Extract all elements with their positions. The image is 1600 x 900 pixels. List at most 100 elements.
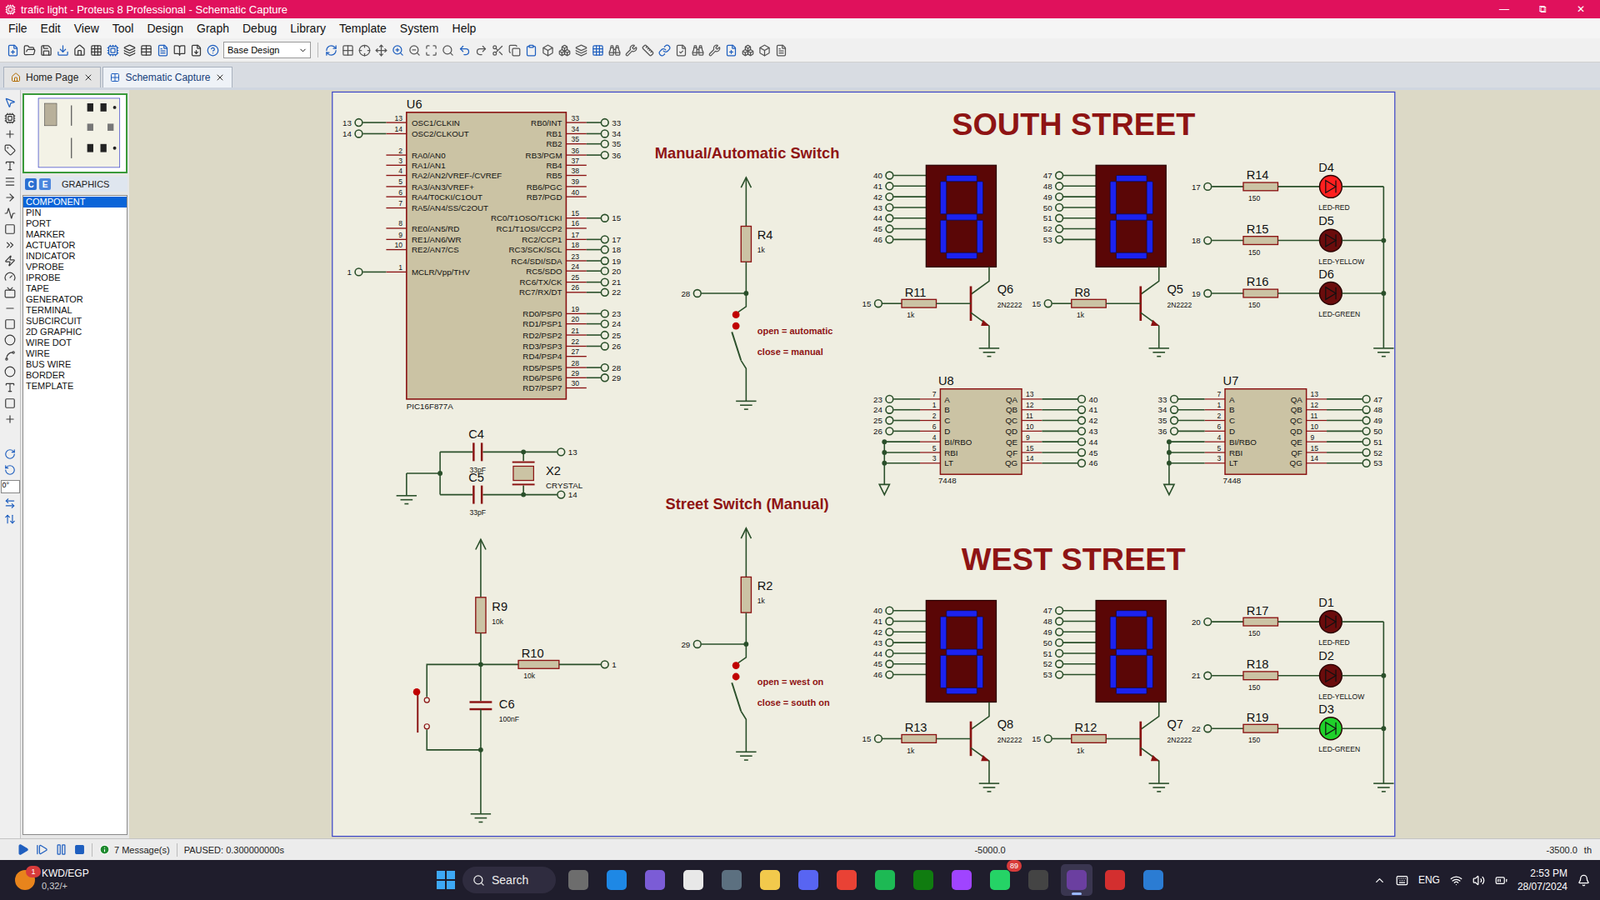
net-terminal[interactable]: 33 [600,118,621,128]
net-terminal[interactable]: 43 [873,203,894,213]
toolbar-icon[interactable] [508,44,521,57]
mode-tool-icon[interactable] [4,350,16,362]
menu-item[interactable]: Graph [190,20,236,37]
toolbar-icon[interactable] [6,44,20,57]
net-terminal[interactable]: 48 [1043,181,1064,191]
toolbar-icon[interactable] [341,44,355,57]
toolbar-icon[interactable] [741,44,755,57]
net-terminal[interactable]: 36 [1158,426,1179,436]
net-terminal[interactable]: 43 [873,638,894,648]
mode-tool-icon[interactable] [4,397,16,410]
mode-tool-icon[interactable] [4,255,16,267]
net-terminal[interactable]: 52 [1362,448,1383,458]
net-terminal[interactable]: 53 [1043,235,1064,245]
toolbar-icon[interactable] [725,44,738,57]
battery-icon[interactable] [1495,874,1508,887]
keyboard-icon[interactable] [1395,874,1409,887]
net-terminal[interactable]: 1 [600,660,616,670]
toolbar-icon[interactable] [758,44,771,57]
traffic-light-led[interactable]: 22R19150D3LED-GREEN [1191,702,1384,754]
toolbar-icon[interactable] [73,44,86,57]
mode-tool-icon[interactable] [4,318,16,330]
pause-icon[interactable] [55,843,68,856]
net-terminal[interactable]: 42 [873,627,894,637]
panel-mode-button[interactable]: E [39,178,51,190]
stop-icon[interactable] [74,844,85,855]
object-list-item[interactable]: TEMPLATE [23,380,127,392]
net-terminal[interactable]: 22 [1191,724,1212,734]
net-terminal[interactable]: 26 [600,341,621,351]
mode-tool-icon[interactable] [4,160,16,172]
net-terminal[interactable]: 45 [873,224,894,234]
menu-item[interactable]: Design [140,20,190,37]
resistor[interactable]: R17150 [1243,604,1278,639]
menu-item[interactable]: Edit [34,20,68,37]
net-terminal[interactable]: 20 [1191,617,1212,627]
resistor[interactable]: R41k [740,225,773,262]
object-list-item[interactable]: TAPE [23,283,127,295]
net-terminal[interactable]: 42 [1078,415,1099,425]
window-control[interactable]: — [1485,0,1524,19]
mode-tool-icon[interactable] [4,413,16,425]
net-terminal[interactable]: 26 [873,426,894,436]
resistor[interactable]: R18150 [1243,657,1278,692]
toolbar-icon[interactable] [425,44,438,57]
menu-item[interactable]: Library [283,20,333,37]
toolbar-icon[interactable] [325,44,338,57]
toolbar-icon[interactable] [575,44,588,57]
net-terminal[interactable]: 41 [873,616,894,626]
net-terminal[interactable]: 17 [600,235,621,245]
taskbar-app[interactable] [1022,864,1055,896]
mode-tool-icon[interactable] [4,144,16,156]
toolbar-icon[interactable] [206,44,220,57]
microcontroller[interactable]: U613OSC1/CLKIN1314OSC2/CLKOUT142RA0/AN03… [342,97,622,411]
net-terminal[interactable]: 47 [1043,170,1064,180]
net-terminal[interactable]: 25 [600,330,621,340]
net-terminal[interactable]: 15 [862,299,883,309]
toolbar-icon[interactable] [708,44,721,57]
net-terminal[interactable]: 19 [600,256,621,266]
net-terminal[interactable]: 21 [1191,670,1212,680]
net-terminal[interactable]: 34 [600,129,621,139]
resistor[interactable]: R15150 [1243,222,1278,257]
net-terminal[interactable]: 40 [873,605,894,615]
toolbar-icon[interactable] [625,44,638,57]
mode-tool-icon[interactable] [4,191,16,204]
object-list-item[interactable]: 2D GRAPHIC [23,326,127,338]
net-terminal[interactable]: 48 [1362,405,1383,415]
toolbar-icon[interactable] [441,44,455,57]
object-list-item[interactable]: TERMINAL [23,305,127,316]
net-terminal[interactable]: 15 [1031,734,1052,744]
mode-tool-icon[interactable] [4,128,16,140]
net-terminal[interactable]: 15 [600,213,621,223]
bcd-decoder[interactable]: U87A231B242C256D264BI/RBO5RBI3LT13QA4012… [873,374,1099,495]
mode-tool-icon[interactable] [4,96,16,109]
net-terminal[interactable]: 47 [1043,605,1064,615]
toolbar-icon[interactable] [408,44,421,57]
toolbar-icon[interactable] [123,44,136,57]
traffic-light-led[interactable]: 19R16150D6LED-GREEN [1191,267,1384,319]
taskbar-search[interactable]: Search [462,866,556,894]
toolbar-icon[interactable] [358,44,371,57]
net-terminal[interactable]: 15 [862,734,883,744]
net-terminal[interactable]: 44 [873,213,894,223]
toolbar-icon[interactable] [40,44,53,57]
object-list-item[interactable]: COMPONENT [23,196,127,208]
taskbar-app[interactable] [907,864,940,896]
toolbar-icon[interactable] [56,44,70,57]
mirror-x-icon[interactable] [4,497,16,510]
net-terminal[interactable]: 17 [1191,182,1212,192]
taskbar-app[interactable] [639,864,671,896]
toolbar-icon[interactable] [775,44,788,57]
net-terminal[interactable]: 18 [1191,235,1212,245]
net-terminal[interactable]: 51 [1043,649,1064,659]
mode-tool-icon[interactable] [4,207,16,220]
seven-segment-display[interactable]: 40414243444546Q82N222215R131k [862,600,1023,791]
panel-mode-button[interactable]: C [25,178,37,190]
resistor[interactable]: R910k [475,597,508,634]
net-terminal[interactable]: 50 [1043,203,1064,213]
resistor[interactable]: R111k [901,285,936,320]
toolbar-icon[interactable] [23,44,36,57]
net-terminal[interactable]: 28 [600,363,621,373]
net-terminal[interactable]: 35 [600,139,621,149]
